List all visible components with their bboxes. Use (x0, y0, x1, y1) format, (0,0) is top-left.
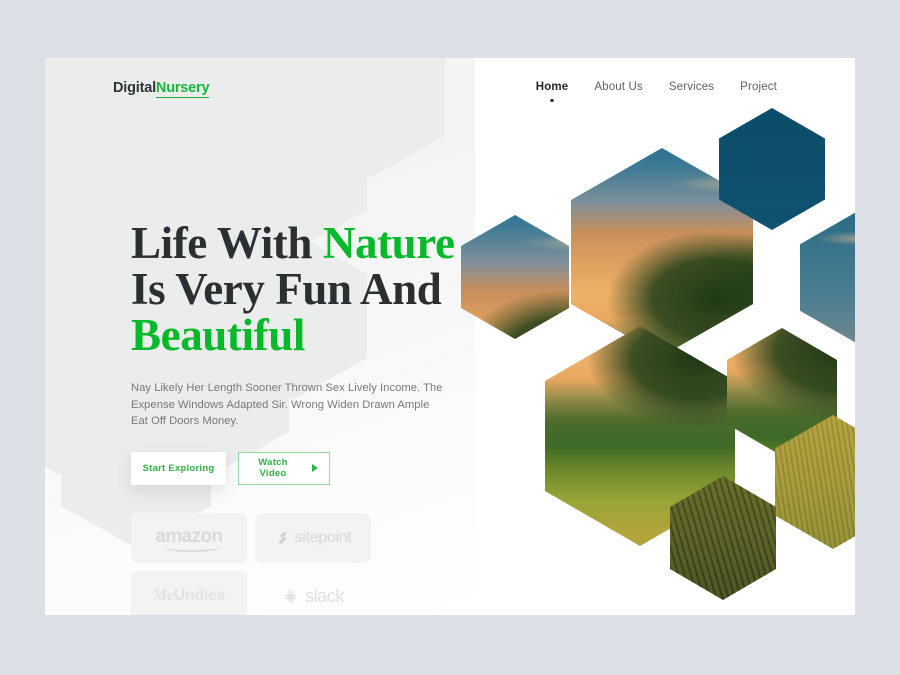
collage-hex-sky-cloud-right (800, 211, 855, 344)
brand-name-primary: Digital (113, 80, 156, 96)
hero-headline-line2: Is Very Fun And (131, 264, 442, 314)
slack-wordmark-icon: slack (282, 586, 344, 607)
site-header: DigitalNursery Home About Us Services Pr… (45, 58, 855, 118)
nav-item-services[interactable]: Services (669, 81, 714, 95)
sitepoint-label: sitepoint (294, 529, 352, 546)
brand-logo[interactable]: DigitalNursery (113, 80, 210, 98)
partner-logo-sitepoint[interactable]: sitepoint (255, 513, 371, 563)
sitepoint-wordmark-icon: sitepoint (275, 529, 352, 547)
watch-video-button[interactable]: Watch Video (238, 451, 330, 485)
partner-logo-amazon[interactable]: amazon (131, 513, 247, 563)
brand-name-secondary: Nursery (155, 80, 210, 98)
slack-hash-icon (284, 589, 297, 603)
hero-headline-line3-accent: Beautiful (131, 310, 305, 360)
partner-logo-slack[interactable]: slack (255, 571, 371, 615)
nav-item-about-us[interactable]: About Us (594, 81, 643, 95)
amazon-smile-icon (164, 543, 222, 552)
partner-logo-meundies[interactable]: MeUndies (131, 571, 247, 615)
hero-headline-line1-accent: Nature (322, 218, 455, 268)
start-exploring-button[interactable]: Start Exploring (131, 451, 226, 485)
partner-logo-grid: amazon sitepoint MeUndies slack (131, 513, 371, 615)
nav-item-project[interactable]: Project (740, 81, 777, 95)
hero-cta-row: Start Exploring Watch Video (131, 451, 483, 485)
slack-label: slack (304, 585, 344, 606)
hero-image-collage (445, 58, 855, 615)
collage-photo (800, 211, 855, 344)
hero-headline-line1-plain: Life With (131, 218, 323, 268)
amazon-wordmark-icon: amazon (155, 526, 223, 552)
meundies-wordmark-icon: MeUndies (152, 587, 226, 605)
play-icon (312, 464, 318, 472)
meundies-label-script: Me (152, 587, 174, 604)
hero-headline: Life With Nature Is Very Fun And Beautif… (131, 220, 483, 358)
nav-item-home[interactable]: Home (536, 81, 569, 95)
hero-paragraph: Nay Likely Her Length Sooner Thrown Sex … (131, 382, 443, 427)
watch-video-label: Watch Video (258, 457, 288, 479)
hero-section: Life With Nature Is Very Fun And Beautif… (131, 220, 483, 485)
meundies-label-bold: Undies (173, 587, 226, 604)
main-navigation: Home About Us Services Project (536, 81, 777, 95)
sitepoint-chevron-icon (277, 531, 287, 545)
landing-page-card: DigitalNursery Home About Us Services Pr… (45, 58, 855, 615)
